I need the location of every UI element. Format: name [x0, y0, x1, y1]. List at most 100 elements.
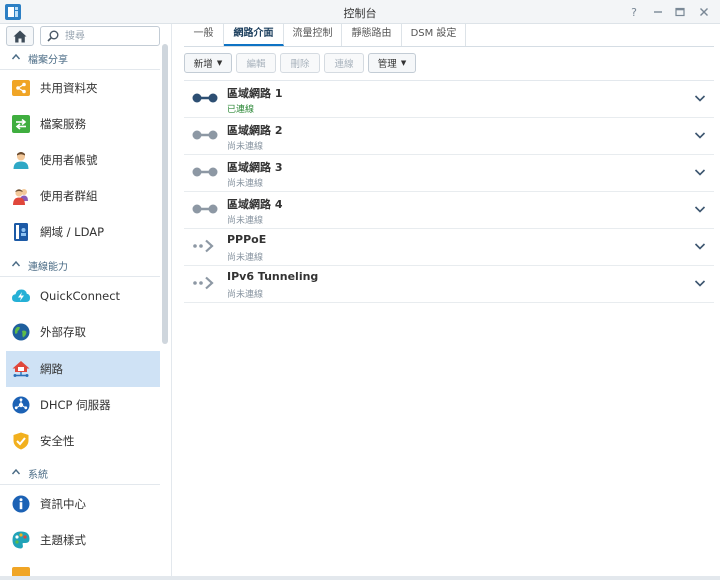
- sidebar-item-security[interactable]: 安全性: [6, 423, 160, 459]
- chevron-down-icon[interactable]: [694, 93, 706, 103]
- list-item-lan-3[interactable]: 區域網路 3 尚未連線: [184, 155, 714, 192]
- sidebar-item-label: DHCP 伺服器: [40, 398, 111, 412]
- domain-ldap-icon: [14, 223, 28, 241]
- sidebar-item-dhcp-server[interactable]: DHCP 伺服器: [6, 387, 160, 423]
- sidebar-item-label: 使用者群組: [40, 189, 98, 203]
- sidebar-item-label: 主題樣式: [40, 533, 86, 547]
- tab-network-interface[interactable]: 網路介面: [224, 24, 284, 46]
- sidebar-item-label: 共用資料夾: [40, 81, 98, 95]
- list-item-lan-4[interactable]: 區域網路 4 尚未連線: [184, 192, 714, 229]
- quickconnect-icon: [12, 289, 30, 302]
- chevron-up-icon: [11, 260, 21, 267]
- edit-button[interactable]: 編輯: [236, 53, 276, 73]
- window-bottom-border: [0, 576, 720, 580]
- manage-button-label: 管理: [377, 59, 397, 70]
- sidebar-item-shared-folder[interactable]: 共用資料夾: [6, 70, 160, 106]
- sidebar-item-label: 網域 / LDAP: [40, 225, 105, 239]
- section-label: 系統: [28, 470, 48, 481]
- main-panel: 一般 網路介面 流量控制 靜態路由 DSM 設定 新增 ▼ 編輯 刪除 連線 管…: [173, 24, 720, 580]
- interface-name: 區域網路 3: [227, 161, 283, 174]
- sidebar-item-label: 資訊中心: [40, 497, 86, 511]
- sidebar-item-network[interactable]: 網路: [6, 351, 160, 387]
- create-button[interactable]: 新增 ▼: [184, 53, 232, 73]
- sidebar-item-user-accounts[interactable]: 使用者帳號: [6, 142, 160, 178]
- interface-name: PPPoE: [227, 233, 267, 246]
- interface-name: 區域網路 4: [227, 198, 283, 211]
- sidebar-item-info-center[interactable]: 資訊中心: [6, 486, 160, 522]
- interface-status: 尚未連線: [227, 179, 264, 189]
- tab-general[interactable]: 一般: [184, 24, 224, 46]
- interface-status: 尚未連線: [227, 216, 264, 226]
- user-icon: [13, 152, 29, 169]
- search-icon: [47, 30, 59, 42]
- chevron-down-icon[interactable]: [694, 130, 706, 140]
- maximize-icon[interactable]: [672, 4, 688, 20]
- chevron-down-icon[interactable]: [694, 241, 706, 251]
- search-box[interactable]: [40, 26, 160, 46]
- palette-icon: [12, 531, 30, 549]
- list-item-lan-2[interactable]: 區域網路 2 尚未連線: [184, 118, 714, 155]
- info-icon: [12, 495, 30, 513]
- sidebar-item-label: QuickConnect: [40, 289, 121, 303]
- tab-traffic-control[interactable]: 流量控制: [284, 24, 342, 46]
- tab-dsm-settings[interactable]: DSM 設定: [402, 24, 466, 46]
- home-icon: [13, 30, 27, 42]
- lan-connected-icon: [192, 93, 218, 103]
- connect-button[interactable]: 連線: [324, 53, 364, 73]
- minimize-icon[interactable]: [650, 4, 666, 20]
- chevron-up-icon: [11, 468, 21, 475]
- chevron-down-icon[interactable]: [694, 278, 706, 288]
- sidebar-item-label: 安全性: [40, 434, 75, 448]
- user-group-icon: [13, 189, 28, 205]
- tab-static-route[interactable]: 靜態路由: [342, 24, 402, 46]
- lan-disconnected-icon: [192, 204, 218, 214]
- search-input[interactable]: [65, 29, 155, 43]
- network-house-icon: [12, 361, 30, 377]
- file-services-icon: [12, 115, 30, 133]
- help-icon[interactable]: ?: [626, 4, 642, 20]
- sidebar: 檔案分享 共用資料夾 檔案服務 使用者帳號: [0, 24, 172, 580]
- network-interface-list: 區域網路 1 已連線 區域網路 2 尚未連線 區域網路 3 尚未連線 區域網路 …: [184, 80, 714, 303]
- interface-status: 尚未連線: [227, 253, 264, 263]
- caret-down-icon: ▼: [400, 59, 407, 67]
- home-button[interactable]: [6, 26, 34, 46]
- list-item-pppoe[interactable]: PPPoE 尚未連線: [184, 229, 714, 266]
- chevron-down-icon[interactable]: [694, 204, 706, 214]
- sidebar-item-external-access[interactable]: 外部存取: [6, 314, 160, 350]
- shield-icon: [13, 432, 29, 450]
- sidebar-item-label: 檔案服務: [40, 117, 86, 131]
- window-title: 控制台: [343, 7, 377, 20]
- chevron-up-icon: [11, 53, 21, 60]
- section-label: 連線能力: [28, 262, 68, 273]
- interface-name: 區域網路 2: [227, 124, 283, 137]
- sidebar-item-label: 使用者帳號: [40, 153, 98, 167]
- tab-bar: 一般 網路介面 流量控制 靜態路由 DSM 設定: [184, 24, 714, 47]
- section-header-connectivity[interactable]: 連線能力: [0, 253, 160, 277]
- sidebar-item-theme[interactable]: 主題樣式: [6, 522, 160, 558]
- interface-name: 區域網路 1: [227, 87, 283, 100]
- interface-status: 尚未連線: [227, 290, 264, 300]
- manage-button[interactable]: 管理 ▼: [368, 53, 416, 73]
- sidebar-item-quickconnect[interactable]: QuickConnect: [6, 278, 160, 314]
- sidebar-item-label: 外部存取: [40, 325, 86, 339]
- sidebar-item-file-services[interactable]: 檔案服務: [6, 106, 160, 142]
- shared-folder-icon: [12, 80, 30, 96]
- sidebar-item-user-groups[interactable]: 使用者群組: [6, 178, 160, 214]
- lan-disconnected-icon: [192, 130, 218, 140]
- lan-disconnected-icon: [192, 167, 218, 177]
- globe-icon: [12, 323, 30, 341]
- list-item-lan-1[interactable]: 區域網路 1 已連線: [184, 81, 714, 118]
- sidebar-item-domain-ldap[interactable]: 網域 / LDAP: [6, 214, 160, 250]
- section-label: 檔案分享: [28, 55, 68, 66]
- sidebar-scrollbar[interactable]: [162, 44, 168, 344]
- pppoe-tunnel-icon: [193, 239, 214, 253]
- title-bar: 控制台 ?: [0, 0, 720, 24]
- list-item-ipv6-tunneling[interactable]: IPv6 Tunneling 尚未連線: [184, 266, 714, 303]
- ipv6-tunnel-icon: [193, 276, 214, 290]
- close-icon[interactable]: [696, 4, 712, 20]
- chevron-down-icon[interactable]: [694, 167, 706, 177]
- section-header-system[interactable]: 系統: [0, 461, 160, 485]
- section-header-file-sharing[interactable]: 檔案分享: [0, 46, 160, 70]
- delete-button[interactable]: 刪除: [280, 53, 320, 73]
- caret-down-icon: ▼: [216, 59, 223, 67]
